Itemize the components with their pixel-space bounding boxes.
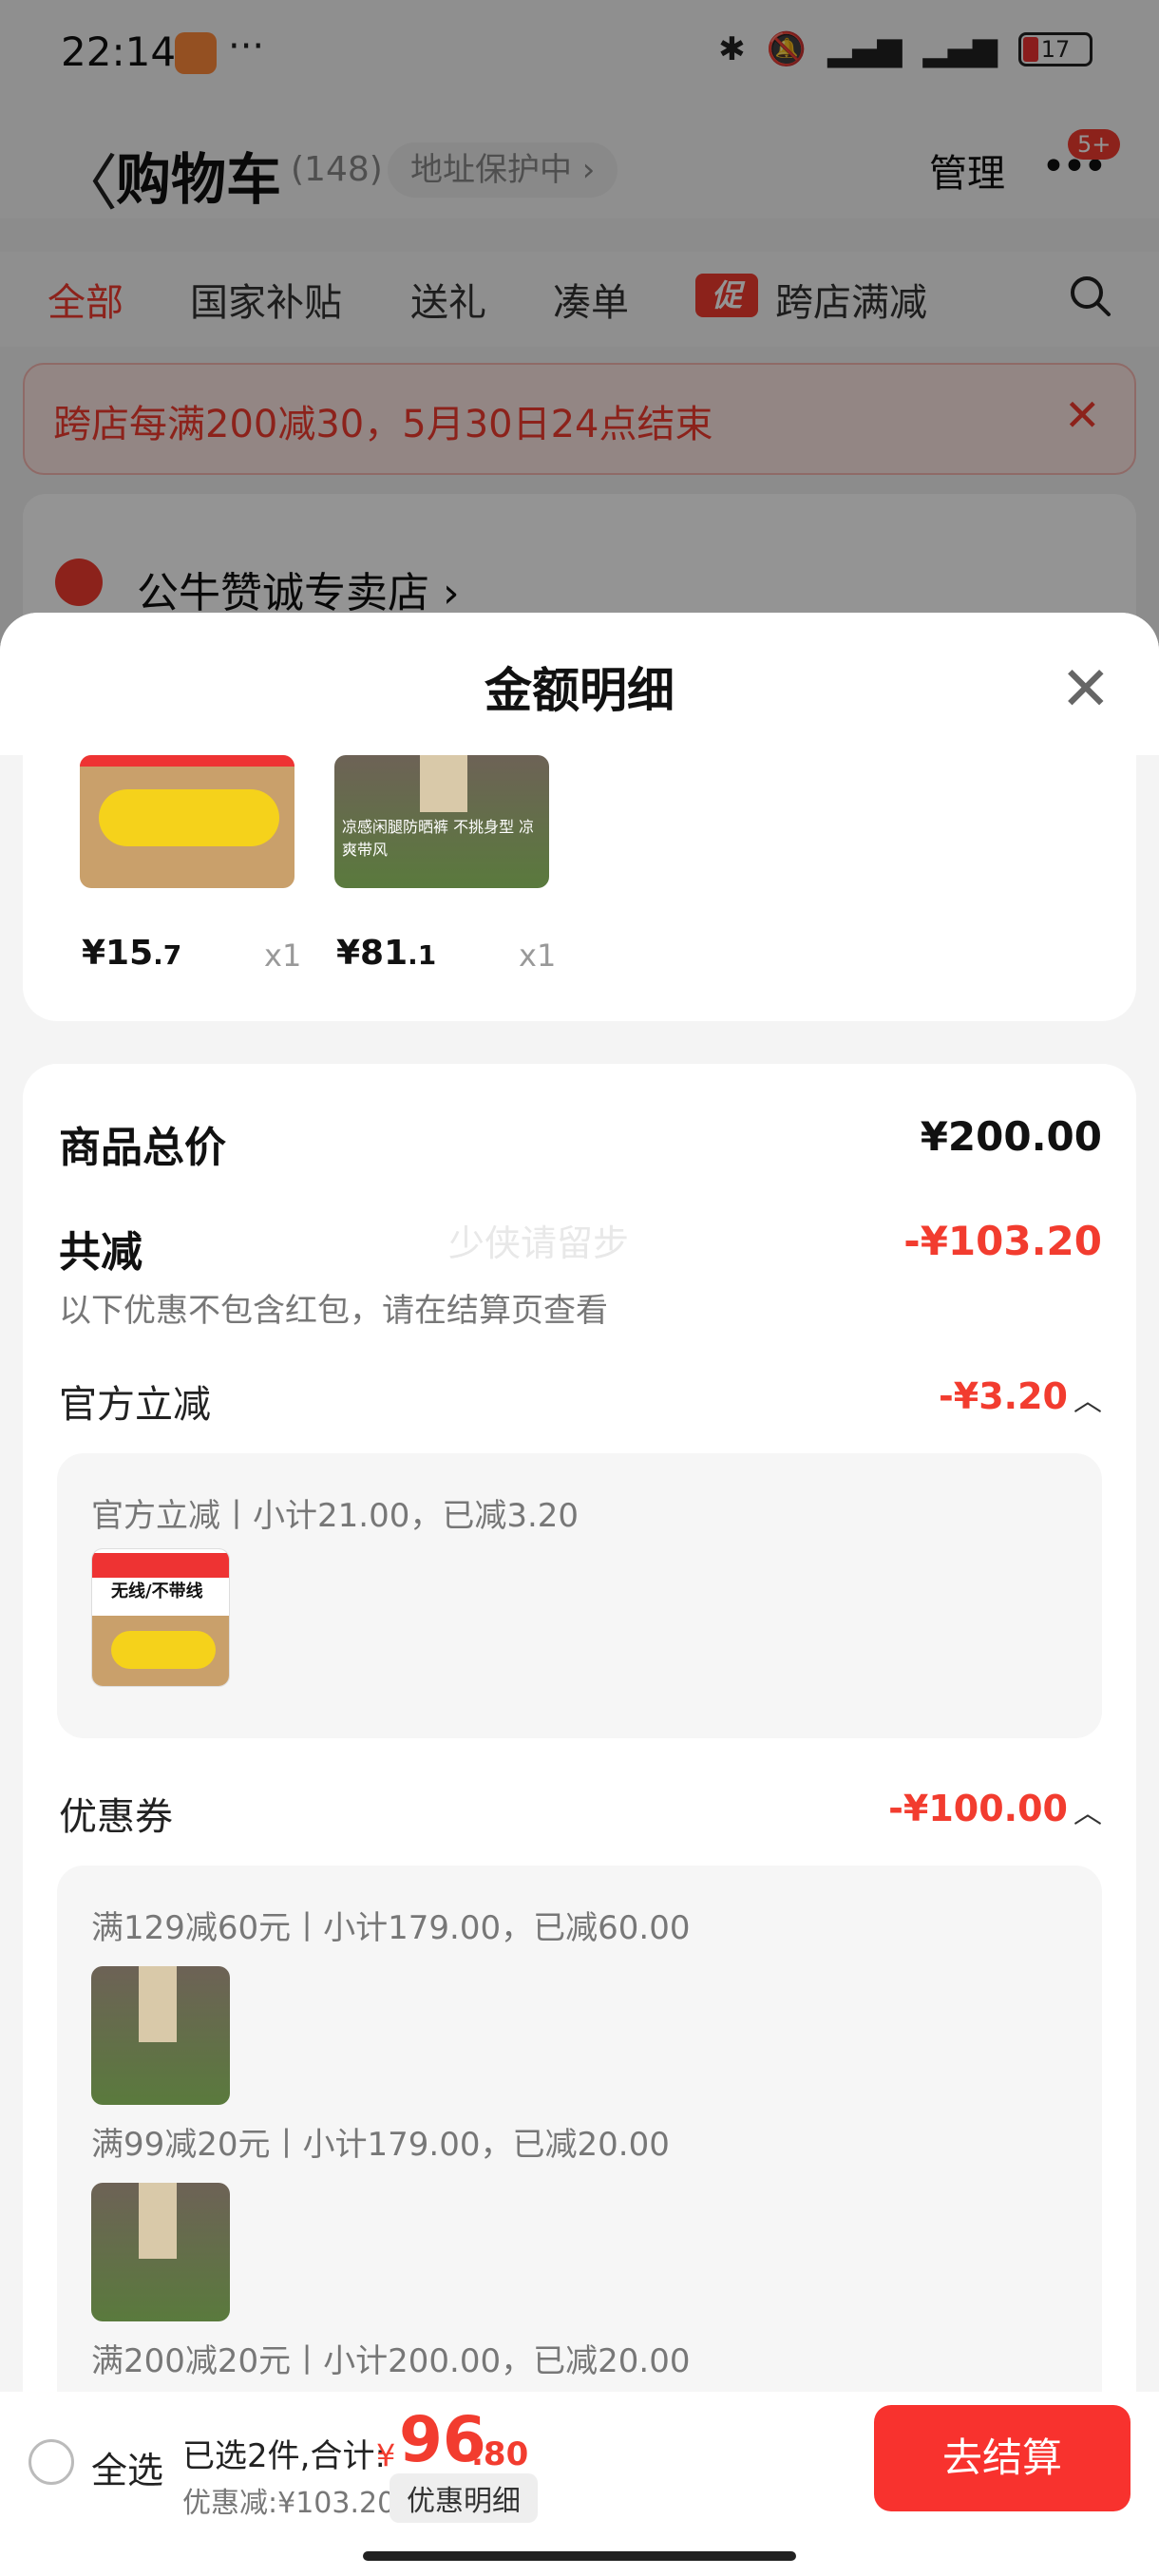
product-thumbnail: [91, 1966, 230, 2105]
total-price-label: 商品总价: [59, 1124, 226, 1172]
coupon-value[interactable]: -¥100.00: [888, 1788, 1068, 1829]
select-all-label[interactable]: 全选: [91, 2441, 163, 2493]
total-amount-decimal: .80: [471, 2435, 529, 2473]
sheet-title: 金额明细: [484, 663, 674, 718]
reduce-label: 共减: [59, 1228, 142, 1277]
selected-count: 已选2件,合计:: [182, 2437, 386, 2475]
discount-note: 以下优惠不包含红包，请在结算页查看: [59, 1292, 608, 1330]
product-thumbnail: 无线/不带线: [91, 1548, 230, 1687]
product-thumbnail: [91, 2183, 230, 2321]
reduce-value: -¥103.20: [903, 1218, 1102, 1264]
official-discount-value[interactable]: -¥3.20: [939, 1375, 1068, 1417]
official-discount-box: 官方立减丨小计21.00，已减3.20 无线/不带线: [57, 1453, 1102, 1738]
official-discount-label: 官方立减: [59, 1383, 211, 1427]
watermark: 少侠请留步: [448, 1222, 630, 1264]
official-discount-line: 官方立减丨小计21.00，已减3.20: [91, 1497, 580, 1535]
coupon-line: 满129减60元丨小计179.00，已减60.00: [91, 1909, 691, 1947]
chevron-up-icon[interactable]: ︿: [1074, 1377, 1102, 1419]
product-qty: x1: [264, 938, 302, 974]
coupon-line: 满99减20元丨小计179.00，已减20.00: [91, 2126, 670, 2164]
checkout-button[interactable]: 去结算: [874, 2405, 1130, 2511]
amount-detail-sheet: 金额明细 ✕ 凉感闲腿防晒裤 不挑身型 凉爽带风 ¥15.7 x1 ¥81.1 …: [0, 613, 1159, 2398]
select-all-radio[interactable]: [28, 2439, 74, 2485]
coupon-line: 满200减20元丨小计200.00，已减20.00: [91, 2342, 691, 2380]
total-price-value: ¥200.00: [920, 1113, 1102, 1160]
close-icon[interactable]: ✕: [1060, 654, 1112, 725]
coupon-label: 优惠券: [59, 1795, 173, 1839]
product-qty: x1: [519, 938, 557, 974]
discount-detail-button[interactable]: 优惠明细: [390, 2473, 538, 2523]
discount-amount: 优惠减:¥103.20: [182, 2487, 396, 2520]
product-price: ¥81.1: [336, 934, 437, 973]
currency-symbol: ¥: [376, 2437, 396, 2473]
product-list-card: 凉感闲腿防晒裤 不挑身型 凉爽带风 ¥15.7 x1 ¥81.1 x1: [23, 755, 1136, 1021]
product-price: ¥15.7: [82, 934, 182, 973]
product-thumbnail: [80, 755, 294, 888]
product-thumbnail: 凉感闲腿防晒裤 不挑身型 凉爽带风: [334, 755, 549, 888]
chevron-up-icon[interactable]: ︿: [1074, 1790, 1102, 1831]
coupon-box: 满129减60元丨小计179.00，已减60.00 满99减20元丨小计179.…: [57, 1866, 1102, 2398]
home-indicator[interactable]: [363, 2551, 796, 2561]
